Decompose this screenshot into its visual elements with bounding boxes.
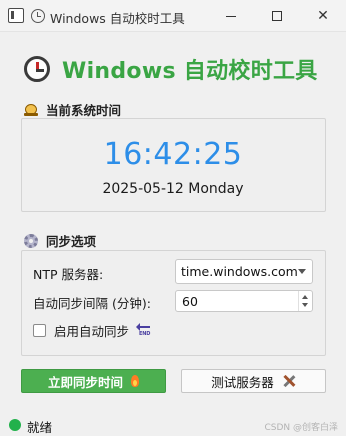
spin-down-icon[interactable] bbox=[302, 303, 308, 307]
sync-interval-label: 自动同步间隔 (分钟): bbox=[33, 296, 151, 311]
minimize-button[interactable] bbox=[208, 0, 254, 32]
sync-now-button[interactable]: 立即同步时间 bbox=[21, 369, 166, 393]
minimize-icon bbox=[226, 15, 236, 17]
ntp-server-value: time.windows.com bbox=[181, 264, 298, 279]
time-display: 16:42:25 bbox=[103, 137, 243, 172]
close-icon: ✕ bbox=[317, 8, 329, 24]
sync-now-label: 立即同步时间 bbox=[47, 374, 123, 390]
auto-sync-label[interactable]: 启用自动同步 bbox=[54, 321, 129, 340]
clock-icon bbox=[24, 56, 50, 82]
app-window-icon bbox=[8, 8, 24, 23]
sync-interval-spinbox[interactable]: 60 bbox=[175, 290, 313, 312]
status-bar: 就绪 CSDN @创客白泽 bbox=[0, 413, 346, 436]
date-display: 2025-05-12 Monday bbox=[102, 181, 244, 197]
title-bar: Windows 自动校时工具 ✕ bbox=[0, 0, 346, 32]
spin-buttons bbox=[298, 291, 312, 311]
sync-interval-value: 60 bbox=[182, 294, 198, 309]
watermark: CSDN @创客白泽 bbox=[264, 423, 338, 433]
fire-icon bbox=[131, 375, 139, 387]
ntp-server-select[interactable]: time.windows.com bbox=[175, 259, 313, 284]
spin-up-icon[interactable] bbox=[302, 295, 308, 299]
maximize-button[interactable] bbox=[254, 0, 300, 32]
sync-options-label: 同步选项 bbox=[46, 234, 97, 249]
auto-sync-row: 启用自动同步 END bbox=[33, 321, 153, 340]
maximize-icon bbox=[272, 11, 282, 21]
app-header: Windows 自动校时工具 bbox=[24, 53, 318, 85]
status-text: 就绪 bbox=[27, 420, 53, 435]
window-title: Windows 自动校时工具 bbox=[50, 11, 185, 26]
alarm-clock-icon bbox=[24, 103, 38, 116]
close-button[interactable]: ✕ bbox=[300, 0, 346, 32]
status-indicator-icon bbox=[9, 419, 21, 431]
ntp-server-label: NTP 服务器: bbox=[33, 267, 104, 282]
current-time-section-label: 当前系统时间 bbox=[24, 100, 121, 119]
tools-icon bbox=[282, 374, 296, 388]
page-title: Windows 自动校时工具 bbox=[62, 59, 318, 84]
sync-options-section-label: 同步选项 bbox=[24, 231, 96, 250]
current-time-label: 当前系统时间 bbox=[46, 103, 122, 118]
end-icon-text: END bbox=[139, 330, 151, 337]
auto-sync-checkbox[interactable] bbox=[33, 324, 46, 337]
clock-icon bbox=[31, 9, 45, 23]
test-server-button[interactable]: 测试服务器 bbox=[181, 369, 326, 393]
end-icon: END bbox=[136, 322, 153, 339]
chevron-down-icon[interactable] bbox=[298, 269, 306, 274]
test-server-label: 测试服务器 bbox=[211, 374, 274, 390]
gear-icon bbox=[24, 233, 38, 248]
